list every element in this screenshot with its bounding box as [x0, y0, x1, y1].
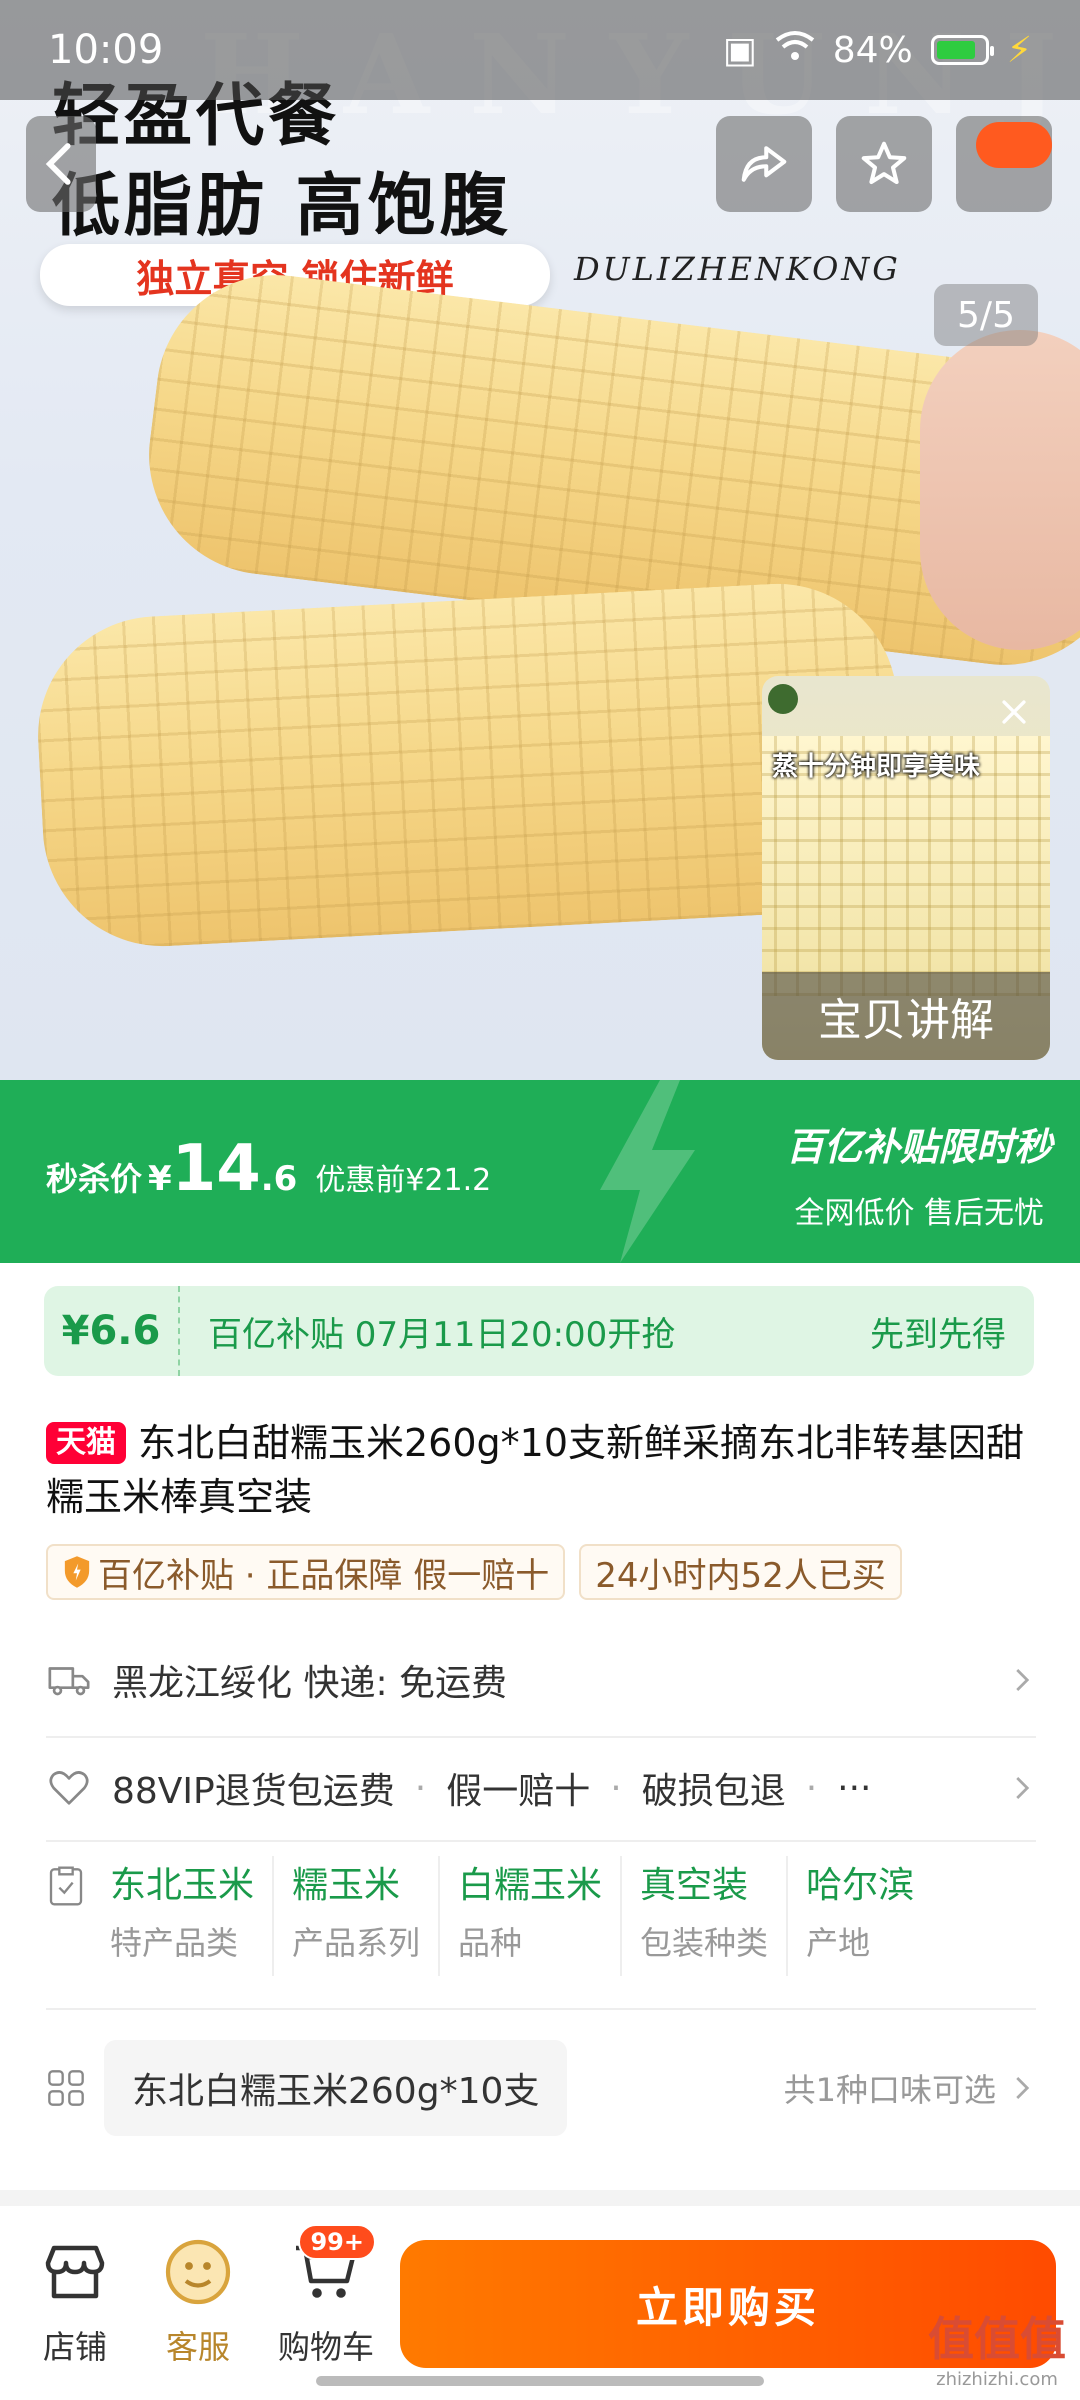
brand-logo-icon — [768, 684, 798, 714]
wifi-icon — [775, 30, 815, 71]
chevron-right-icon — [1016, 1777, 1030, 1799]
tab-cart-label: 购物车 — [277, 2328, 374, 2366]
promo-sub-slogan: 全网低价 售后无忧 — [794, 1196, 1044, 1231]
sales-badge: 24小时内52人已买 — [579, 1544, 902, 1600]
shipping-row[interactable]: 黑龙江绥化 快递: 免运费 — [46, 1630, 1036, 1730]
service-item: 假一赔十 — [446, 1771, 591, 1812]
bottom-action-bar: 店铺 客服 99+ 购物车 立即购买 值值值 zhizhizhi.com — [0, 2190, 1080, 2400]
back-button[interactable] — [26, 116, 96, 212]
variant-row[interactable]: 东北白糯玉米260g*10支 共1种口味可选 — [46, 2040, 1036, 2136]
flash-price-int: 14 — [171, 1132, 261, 1206]
attribute-item: 白糯玉米 品种 — [440, 1856, 623, 1976]
status-time: 10:09 — [48, 27, 164, 73]
tab-customer-service[interactable]: 客服 — [143, 2236, 253, 2368]
flash-sale-bar: 秒杀价 ¥ 14 .6 优惠前¥21.2 百亿补贴限时秒 全网低价 售后无忧 — [0, 1080, 1080, 1263]
heart-icon — [49, 1771, 89, 1805]
star-icon — [861, 141, 907, 185]
service-item: 88VIP退货包运费 — [112, 1771, 395, 1812]
charging-icon: ⚡ — [1006, 29, 1032, 71]
service-item: 破损包退 — [641, 1771, 786, 1812]
chevron-right-icon — [1016, 1669, 1030, 1691]
product-title-text: 东北白甜糯玉米260g*10支新鲜采摘东北非转基因甜糯玉米棒真空装 — [46, 1421, 1025, 1519]
guarantee-badge[interactable]: 百亿补贴 · 正品保障 假一赔十 — [46, 1544, 566, 1600]
attribute-item: 哈尔滨 产地 — [806, 1865, 915, 1962]
tab-cart[interactable]: 99+ 购物车 — [266, 2224, 386, 2368]
tab-customer-service-label: 客服 — [165, 2328, 230, 2366]
customer-service-icon — [165, 2239, 231, 2305]
variant-count: 共1种口味可选 — [783, 2071, 996, 2109]
video-subtitle: 蒸十分钟即享美味 — [772, 752, 981, 782]
grid-icon — [48, 2070, 84, 2106]
flash-price-dec: .6 — [260, 1159, 298, 1199]
subsidy-banner[interactable]: ¥6.6 百亿补贴 07月11日20:00开抢 先到先得 — [44, 1286, 1034, 1376]
flash-price: 秒杀价 ¥ 14 .6 优惠前¥21.2 — [46, 1132, 492, 1206]
attribute-row[interactable]: 东北玉米 特产品类 糯玉米 产品系列 白糯玉米 品种 真空装 包装种类 哈尔滨 … — [46, 1856, 1080, 1976]
subsidy-info: 百亿补贴 07月11日20:00开抢 — [208, 1314, 676, 1355]
share-button[interactable] — [716, 116, 812, 212]
cart-badge: 99+ — [298, 2224, 376, 2260]
product-image-carousel[interactable]: 10:09 ▣ 84% ⚡ HANYUNJI 轻盈代餐 低脂肪 高饱腹 独立真空… — [0, 0, 1080, 1080]
shop-icon — [45, 2245, 105, 2299]
hand-image — [920, 330, 1080, 650]
status-bar: 10:09 ▣ 84% ⚡ — [0, 0, 1080, 100]
tab-shop[interactable]: 店铺 — [20, 2236, 130, 2368]
share-icon — [741, 146, 787, 182]
chevron-left-icon — [45, 143, 71, 185]
clipboard-icon — [49, 1866, 83, 1906]
service-more: ··· — [837, 1767, 872, 1809]
chevron-right-icon — [1016, 2077, 1030, 2099]
hero-headline-2: 低脂肪 高饱腹 — [52, 166, 512, 246]
promo-slogan: 百亿补贴限时秒 — [785, 1125, 1052, 1169]
flash-price-label: 秒杀价 — [46, 1160, 143, 1198]
variant-option[interactable]: 东北白糯玉米260g*10支 — [104, 2040, 568, 2136]
battery-icon — [930, 35, 994, 65]
close-icon — [1002, 700, 1026, 724]
favorite-button[interactable] — [836, 116, 932, 212]
attribute-item: 真空装 包装种类 — [622, 1856, 789, 1976]
original-price: 优惠前¥21.2 — [315, 1163, 492, 1198]
product-title: 天猫 东北白甜糯玉米260g*10支新鲜采摘东北非转基因甜糯玉米棒真空装 — [46, 1416, 1036, 1524]
hero-latin-tag: DULIZHENKONG — [574, 250, 901, 288]
attribute-item: 糯玉米 产品系列 — [274, 1856, 441, 1976]
nfc-icon: ▣ — [722, 29, 757, 71]
tab-shop-label: 店铺 — [42, 2328, 107, 2366]
shipping-text: 黑龙江绥化 快递: 免运费 — [112, 1663, 508, 1704]
home-indicator — [316, 2376, 764, 2386]
site-watermark: 值值值 zhizhizhi.com — [928, 2312, 1066, 2390]
shield-icon — [64, 1556, 90, 1588]
truck-icon — [48, 1667, 90, 1696]
tmall-badge: 天猫 — [46, 1422, 126, 1464]
guarantee-row: 百亿补贴 · 正品保障 假一赔十 24小时内52人已买 — [46, 1544, 902, 1600]
subsidy-price: ¥6.6 — [44, 1286, 180, 1376]
close-video-button[interactable] — [988, 686, 1040, 738]
more-icon — [976, 122, 1052, 168]
product-video-card[interactable]: 蒸十分钟即享美味 宝贝讲解 — [762, 676, 1050, 1060]
battery-percent: 84% — [832, 29, 913, 71]
lightning-icon — [600, 1080, 695, 1263]
attribute-item: 东北玉米 特产品类 — [110, 1856, 275, 1976]
service-row[interactable]: 88VIP退货包运费 · 假一赔十 · 破损包退 · ··· — [46, 1738, 1036, 1838]
video-caption: 宝贝讲解 — [762, 972, 1050, 1060]
more-button[interactable] — [956, 116, 1052, 212]
subsidy-tag: 先到先得 — [870, 1314, 1006, 1355]
page-indicator: 5/5 — [934, 284, 1038, 346]
